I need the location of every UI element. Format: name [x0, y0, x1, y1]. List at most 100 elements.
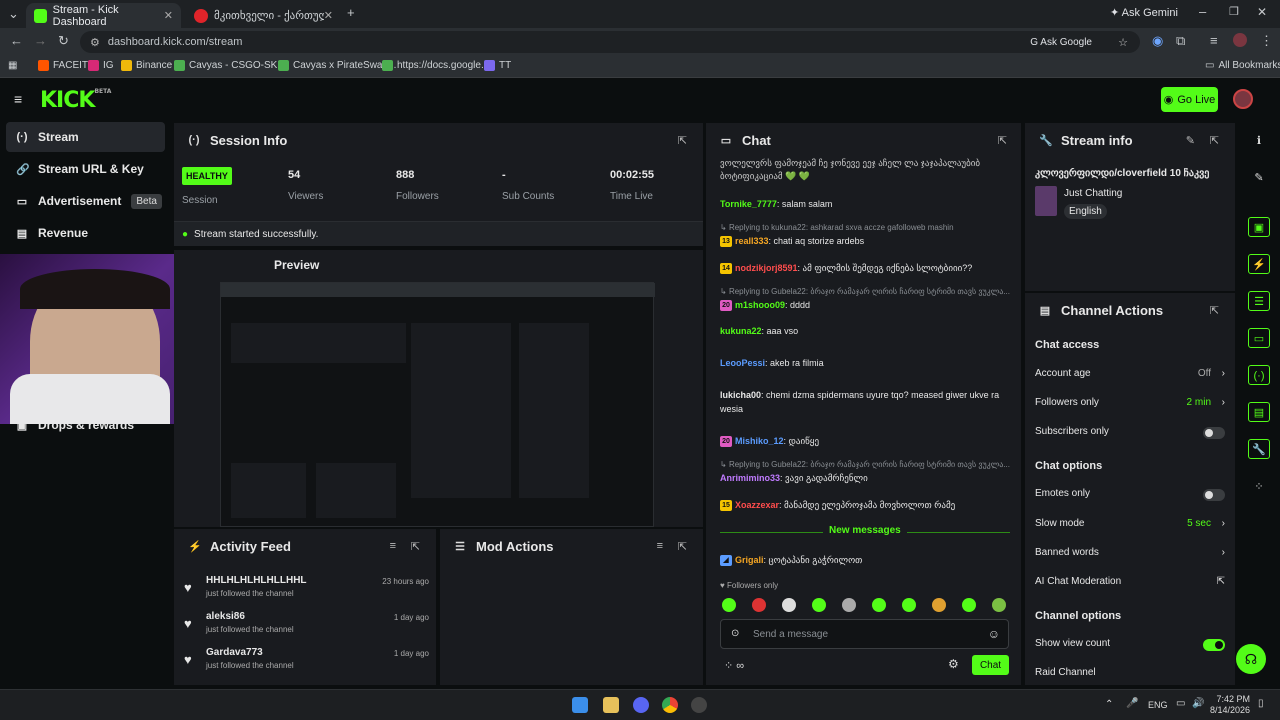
chrome-icon[interactable] — [662, 697, 678, 713]
stream-category[interactable]: Just Chatting — [1064, 188, 1122, 199]
microphone-icon[interactable]: 🎤 — [1126, 698, 1138, 709]
chat-username[interactable]: kukuna22 — [720, 326, 762, 336]
sidebar-item-revenue[interactable]: ▤ Revenue — [6, 218, 165, 248]
language-indicator[interactable]: ENG — [1148, 700, 1168, 710]
activity-user[interactable]: aleksi86 — [206, 611, 245, 622]
subscribers-only-toggle[interactable] — [1203, 427, 1225, 439]
discord-icon[interactable] — [633, 697, 649, 713]
go-live-button[interactable]: ◉ Go Live — [1161, 87, 1218, 112]
address-bar[interactable]: ⚙ dashboard.kick.com/stream G Ask Google… — [80, 31, 1140, 53]
pencil-icon[interactable]: ✎ — [1248, 168, 1270, 188]
chat-settings-gear-icon[interactable]: ⚙ — [948, 657, 959, 671]
kick-logo[interactable]: KICKBETA — [40, 88, 111, 113]
profile-avatar[interactable] — [1233, 33, 1247, 47]
popout-icon[interactable]: ⇱ — [998, 134, 1007, 147]
wrench-icon[interactable]: 🔧 — [1248, 439, 1270, 459]
more-dots-icon[interactable]: ⁘ — [1248, 477, 1270, 497]
tray-chevron-icon[interactable]: ⌃ — [1105, 699, 1113, 710]
sidebar-item-advertisement[interactable]: ▭ Advertisement Beta — [6, 186, 165, 216]
bookmark-docs[interactable]: https://docs.google.... — [382, 60, 492, 71]
panel-layout-icon[interactable]: ▣ — [1248, 217, 1270, 237]
activity-user[interactable]: Gardava773 — [206, 647, 263, 658]
chat-username[interactable]: LeooPessi — [720, 358, 765, 368]
emote-icon[interactable] — [752, 598, 766, 612]
sidebar-item-stream[interactable]: (·) Stream — [6, 122, 165, 152]
activity-user[interactable]: HHLHLHLHLHLLHHL — [206, 575, 307, 586]
windows-start-icon[interactable] — [572, 697, 588, 713]
info-icon[interactable]: ℹ — [1248, 131, 1270, 151]
extension-icon[interactable]: ◉ — [1152, 33, 1163, 49]
tab-search-icon[interactable]: ⌄ — [8, 6, 19, 22]
chat-username[interactable]: nodzikjorj8591 — [735, 263, 798, 273]
stream-preview-video[interactable] — [220, 282, 655, 527]
send-chat-button[interactable]: Chat — [972, 655, 1009, 675]
forward-icon[interactable]: → — [34, 33, 47, 48]
new-messages-label[interactable]: New messages — [823, 525, 907, 536]
chat-username[interactable]: Mishiko_12 — [735, 436, 784, 446]
bookmark-faceit[interactable]: FACEIT — [38, 60, 88, 71]
apps-icon[interactable]: ▦ — [8, 60, 17, 71]
chat-username[interactable]: m1shooo09 — [735, 300, 785, 310]
menu-icon[interactable]: ⋮ — [1260, 33, 1273, 49]
emote-icon[interactable] — [902, 598, 916, 612]
show-view-count-toggle[interactable] — [1203, 639, 1225, 651]
popout-icon[interactable]: ⇱ — [1210, 304, 1219, 317]
edit-pencil-icon[interactable]: ✎ — [1186, 134, 1195, 147]
help-headset-icon[interactable]: ☊ — [1236, 644, 1266, 674]
file-explorer-icon[interactable] — [603, 697, 619, 713]
popout-icon[interactable]: ⇱ — [678, 540, 687, 553]
new-tab-icon[interactable]: + — [347, 5, 355, 20]
site-info-icon[interactable]: ⚙ — [90, 36, 100, 49]
list-icon[interactable]: ☰ — [1248, 291, 1270, 311]
infinity-icon[interactable]: ⁘ ∞ — [724, 659, 744, 672]
notification-icon[interactable]: ▯ — [1258, 698, 1264, 709]
media-icon[interactable]: ≡ — [1210, 33, 1218, 48]
network-icon[interactable]: ▭ — [1176, 698, 1185, 709]
clock[interactable]: 7:42 PM 8/14/2026 — [1210, 694, 1250, 716]
tab-reader[interactable]: მკითხველი - ქართულად | ✕ — [186, 3, 341, 28]
tab-kick-dashboard[interactable]: Stream - Kick Dashboard ✕ — [26, 3, 181, 28]
followers-only-row[interactable]: Followers only 2 min › — [1035, 397, 1225, 415]
bookmark-cavyas-1[interactable]: Cavyas - CSGO-SKI... — [174, 60, 288, 71]
slow-mode-row[interactable]: Slow mode 5 sec › — [1035, 518, 1225, 536]
chat-username[interactable]: Anrimimino33 — [720, 473, 780, 483]
volume-icon[interactable]: 🔊 — [1192, 698, 1204, 709]
close-window-icon[interactable]: ✕ — [1257, 5, 1267, 19]
broadcast-icon[interactable]: (·) — [1248, 365, 1270, 385]
chat-username[interactable]: reall333 — [735, 236, 769, 246]
ai-moderation-row[interactable]: AI Chat Moderation ⇱ — [1035, 576, 1225, 594]
filter-icon[interactable]: ≡ — [657, 540, 663, 552]
reload-icon[interactable]: ↻ — [58, 33, 69, 49]
popout-icon[interactable]: ⇱ — [678, 134, 687, 147]
chat-message-input[interactable]: ⊙ Send a message ☺ — [720, 619, 1009, 649]
emote-icon[interactable] — [962, 598, 976, 612]
filter-icon[interactable]: ≡ — [390, 540, 396, 552]
channel-actions-icon[interactable]: ▤ — [1248, 402, 1270, 422]
sidebar-item-stream-url[interactable]: 🔗 Stream URL & Key — [6, 154, 165, 184]
extensions-puzzle-icon[interactable]: ⧉ — [1176, 33, 1185, 49]
emoji-picker-icon[interactable]: ☺ — [988, 627, 1000, 641]
minimize-icon[interactable]: – — [1199, 4, 1206, 19]
chat-settings-badge-icon[interactable]: ⊙ — [731, 628, 739, 639]
category-thumbnail[interactable] — [1035, 186, 1057, 216]
emote-icon[interactable] — [782, 598, 796, 612]
banned-words-row[interactable]: Banned words › — [1035, 547, 1225, 565]
chat-username[interactable]: Grigali — [735, 555, 764, 565]
maximize-icon[interactable]: ❐ — [1229, 5, 1239, 18]
emote-icon[interactable] — [722, 598, 736, 612]
emote-icon[interactable] — [992, 598, 1006, 612]
close-tab-icon[interactable]: ✕ — [324, 9, 333, 22]
bookmark-tt[interactable]: TT — [484, 60, 511, 71]
ask-google-chip[interactable]: G Ask Google — [1030, 37, 1092, 48]
emote-icon[interactable] — [932, 598, 946, 612]
hamburger-menu-icon[interactable]: ≡ — [14, 91, 22, 107]
chat-username[interactable]: Tornike_7777 — [720, 199, 777, 209]
emote-icon[interactable] — [842, 598, 856, 612]
bookmark-binance[interactable]: Binance — [121, 60, 172, 71]
raid-channel-row[interactable]: Raid Channel — [1035, 667, 1225, 685]
close-tab-icon[interactable]: ✕ — [164, 9, 173, 22]
chat-bubble-icon[interactable]: ▭ — [1248, 328, 1270, 348]
all-bookmarks[interactable]: ▭ All Bookmarks — [1205, 60, 1280, 71]
back-icon[interactable]: ← — [10, 33, 23, 48]
emote-icon[interactable] — [812, 598, 826, 612]
